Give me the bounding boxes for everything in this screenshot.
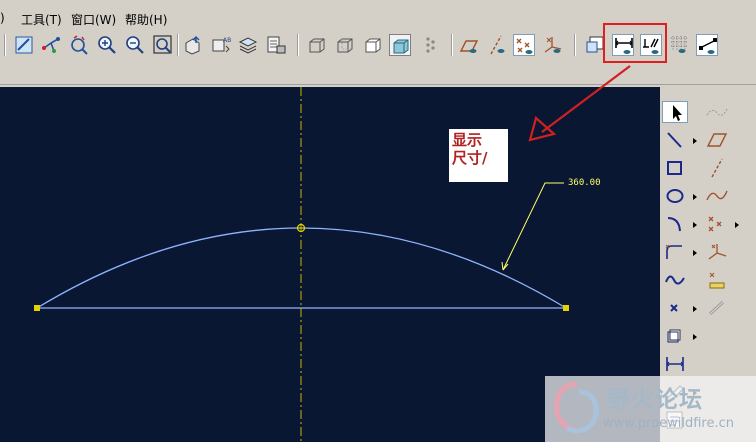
sketch-icon[interactable] xyxy=(13,34,35,56)
view-manager-icon[interactable] xyxy=(265,34,287,56)
grid-display-icon[interactable] xyxy=(668,34,690,56)
toolbar-separator xyxy=(451,34,453,56)
datum-csys-icon[interactable] xyxy=(704,241,730,263)
line-flyout-arrow[interactable] xyxy=(693,138,697,144)
rectangle-icon[interactable] xyxy=(662,157,688,179)
zoom-out-icon[interactable] xyxy=(124,34,146,56)
centerline-icon[interactable] xyxy=(704,101,730,123)
zoom-window-icon[interactable] xyxy=(152,34,174,56)
toolbar-separator xyxy=(297,34,299,56)
right-endpoint[interactable] xyxy=(563,305,569,311)
forum-logo-icon xyxy=(554,381,599,434)
fillet-flyout-arrow[interactable] xyxy=(693,250,697,256)
hidden-line-icon[interactable] xyxy=(334,34,356,56)
menu-item-window[interactable]: 窗口(W) xyxy=(71,11,116,28)
circle-icon[interactable] xyxy=(662,185,688,207)
datum-point-icon[interactable] xyxy=(704,213,730,235)
svg-text:AB: AB xyxy=(223,37,231,44)
highlight-box xyxy=(603,23,667,63)
line-icon[interactable] xyxy=(662,129,688,151)
datum-plane-display-icon[interactable] xyxy=(458,34,480,56)
layers-icon[interactable] xyxy=(237,34,259,56)
arc-flyout-arrow[interactable] xyxy=(693,222,697,228)
watermark-title: 野火论坛 xyxy=(607,387,703,413)
forum-watermark: 野火论坛 www.proewildfire.cn xyxy=(545,376,756,442)
datum-plane-icon[interactable] xyxy=(704,129,730,151)
spline-icon[interactable] xyxy=(662,269,688,291)
menu-item-truncated[interactable]: ) xyxy=(0,11,5,25)
offset-flyout-arrow[interactable] xyxy=(693,334,697,340)
point-display-icon[interactable] xyxy=(513,34,535,56)
datum-axis-icon[interactable] xyxy=(704,157,730,179)
watermark-url: www.proewildfire.cn xyxy=(603,416,734,431)
wireframe-icon[interactable] xyxy=(306,34,328,56)
datum-axis-display-icon[interactable] xyxy=(486,34,508,56)
datum-curve-icon[interactable] xyxy=(704,185,730,207)
datum-point-flyout-arrow[interactable] xyxy=(735,222,739,228)
vertex-display-icon[interactable] xyxy=(696,34,718,56)
annotation-callout: 显示 尺寸/ xyxy=(449,129,508,182)
circle-flyout-arrow[interactable] xyxy=(693,194,697,200)
analysis-icon[interactable] xyxy=(704,269,730,291)
csys-display-icon[interactable] xyxy=(542,34,564,56)
left-endpoint[interactable] xyxy=(34,305,40,311)
dimension-icon[interactable] xyxy=(662,353,688,375)
callout-line-2: 尺寸/ xyxy=(452,149,488,167)
orient-icon[interactable] xyxy=(182,34,204,56)
point-icon[interactable] xyxy=(662,297,688,319)
chain-icon[interactable] xyxy=(704,297,730,319)
fillet-icon[interactable] xyxy=(662,241,688,263)
no-hidden-icon[interactable] xyxy=(362,34,384,56)
point-flyout-arrow[interactable] xyxy=(693,306,697,312)
callout-line-1: 显示 xyxy=(452,131,483,149)
toolbar-separator xyxy=(574,34,576,56)
datum-tool-icon[interactable] xyxy=(40,34,62,56)
annotation-arrow xyxy=(528,65,631,142)
dimension-leader xyxy=(502,182,564,271)
arc-icon[interactable] xyxy=(662,213,688,235)
refit-icon[interactable] xyxy=(68,34,90,56)
saved-views-icon[interactable]: AB xyxy=(210,34,232,56)
toolbar-separator xyxy=(4,34,6,56)
select-icon[interactable] xyxy=(662,101,688,123)
zoom-in-icon[interactable] xyxy=(96,34,118,56)
toolbar-separator xyxy=(177,34,179,56)
menu-item-tools[interactable]: 工具(T) xyxy=(21,11,62,28)
menu-item-help[interactable]: 帮助(H) xyxy=(125,11,167,28)
model-tree-icon[interactable] xyxy=(418,34,440,56)
dimension-label[interactable]: 360.00 xyxy=(568,178,601,188)
offset-edge-icon[interactable] xyxy=(662,325,688,347)
shading-icon[interactable] xyxy=(389,34,411,56)
